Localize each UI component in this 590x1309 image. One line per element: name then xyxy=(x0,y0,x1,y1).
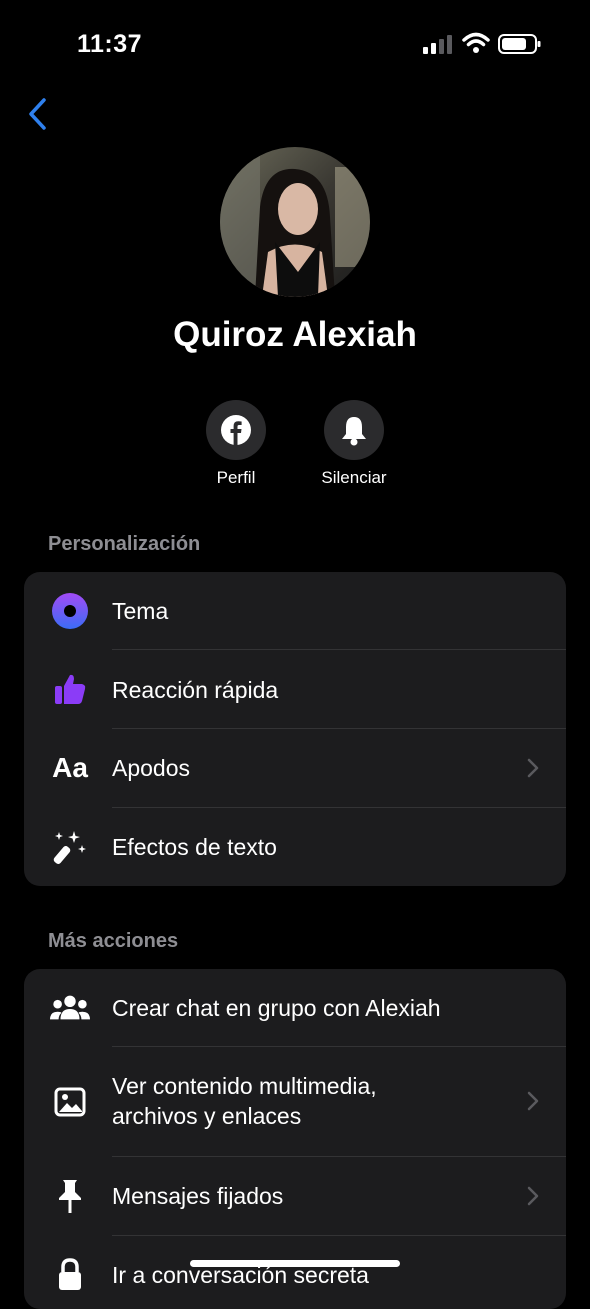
row-media-label-line2: archivos y enlaces xyxy=(112,1103,302,1129)
row-create-group[interactable]: Crear chat en grupo con Alexiah xyxy=(24,969,566,1047)
row-media-files-links[interactable]: Ver contenido multimedia, archivos y enl… xyxy=(24,1047,566,1156)
row-pinned-messages-label: Mensajes fijados xyxy=(112,1183,284,1209)
row-pinned-messages[interactable]: Mensajes fijados xyxy=(24,1157,566,1235)
row-media-label-line1: Ver contenido multimedia, xyxy=(112,1073,377,1099)
row-text-effects-label: Efectos de texto xyxy=(112,834,277,860)
image-icon xyxy=(50,1083,90,1121)
personalization-card: Tema Reacción rápida Aa Apodos Efectos d… xyxy=(24,572,566,886)
wifi-icon xyxy=(462,32,490,53)
thumbs-up-icon xyxy=(50,670,90,708)
section-title-personalization: Personalización xyxy=(48,533,201,555)
status-time: 11:37 xyxy=(77,30,143,58)
row-quick-reaction-label: Reacción rápida xyxy=(112,677,279,703)
home-indicator xyxy=(190,1260,400,1267)
magic-wand-icon xyxy=(50,828,90,866)
back-button[interactable] xyxy=(24,94,54,134)
bell-icon xyxy=(324,400,384,460)
row-create-group-label: Crear chat en grupo con Alexiah xyxy=(112,995,441,1021)
row-theme[interactable]: Tema xyxy=(24,572,566,650)
row-text-effects[interactable]: Efectos de texto xyxy=(24,808,566,886)
text-aa-icon: Aa xyxy=(52,752,88,783)
row-secret-conversation[interactable]: Ir a conversación secreta xyxy=(24,1236,566,1309)
row-nicknames-label: Apodos xyxy=(112,755,191,781)
row-nicknames[interactable]: Aa Apodos xyxy=(24,729,566,807)
cellular-signal-icon xyxy=(423,35,452,54)
battery-icon xyxy=(498,34,541,54)
avatar xyxy=(220,147,370,297)
profile-name: Quiroz Alexiah xyxy=(173,315,417,354)
chevron-right-icon xyxy=(527,1091,539,1111)
profile-action-label: Perfil xyxy=(216,468,256,487)
chevron-right-icon xyxy=(527,1186,539,1206)
mute-action-label: Silenciar xyxy=(321,468,387,487)
chevron-right-icon xyxy=(527,758,539,778)
more-actions-card: Crear chat en grupo con Alexiah Ver cont… xyxy=(24,969,566,1309)
status-bar: 11:37 xyxy=(0,0,590,90)
row-theme-label: Tema xyxy=(112,598,169,624)
lock-icon xyxy=(50,1256,90,1294)
theme-circle-icon xyxy=(50,592,90,630)
people-icon xyxy=(50,989,90,1027)
section-title-more-actions: Más acciones xyxy=(48,930,179,952)
mute-action-button[interactable]: Silenciar xyxy=(294,400,414,488)
facebook-icon xyxy=(206,400,266,460)
row-quick-reaction[interactable]: Reacción rápida xyxy=(24,650,566,729)
pin-icon xyxy=(50,1177,90,1215)
profile-action-button[interactable]: Perfil xyxy=(176,400,296,488)
